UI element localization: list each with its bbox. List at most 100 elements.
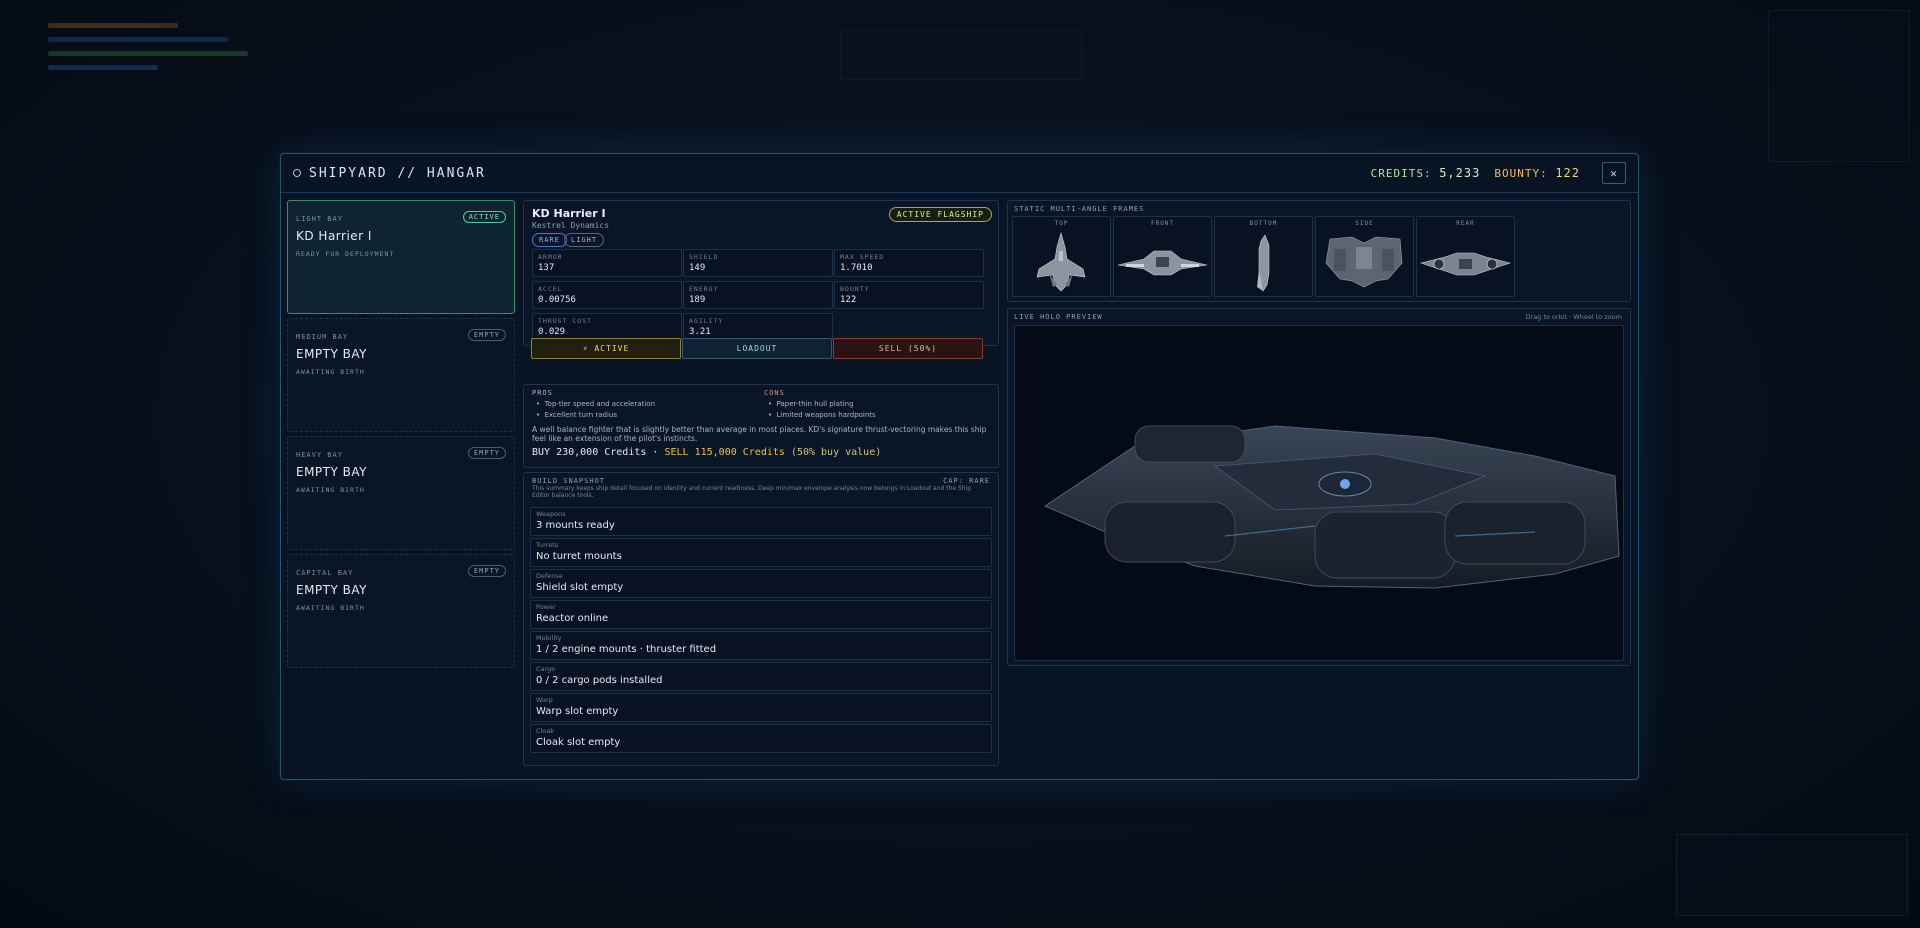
close-button[interactable]: ✕ [1602, 162, 1626, 184]
background-bar [48, 51, 248, 56]
slot-label: Turrets [536, 541, 559, 549]
price-line: BUY 230,000 Credits · SELL 115,000 Credi… [532, 447, 881, 458]
cons-item-text: Limited weapons hardpoints [776, 411, 876, 419]
slot-value: 3 mounts ready [536, 520, 615, 531]
ship-3d-model [1043, 425, 1620, 589]
frame-label: SIDE [1355, 220, 1374, 227]
stat-thrust-cost: THRUST COST 0.029 [532, 313, 682, 341]
slot-value: Warp slot empty [536, 706, 619, 717]
ship-manufacturer: Kestrel Dynamics [532, 221, 610, 230]
bay-status-text: AWAITING BIRTH [296, 604, 365, 612]
bay-status-badge: ACTIVE [462, 211, 506, 223]
ship-description: A well balance fighter that is slightly … [532, 425, 987, 443]
shipyard-modal: SHIPYARD // HANGAR CREDITS: 5,233 BOUNTY… [280, 153, 1639, 780]
background-bar [48, 65, 158, 70]
frame-label: REAR [1456, 220, 1475, 227]
sell-button[interactable]: SELL (50%) [833, 338, 983, 359]
slot-label: Cloak [536, 727, 555, 735]
slot-label: Cargo [536, 665, 556, 673]
bay-card-heavy[interactable]: HEAVY BAY EMPTY EMPTY BAY AWAITING BIRTH [287, 436, 515, 550]
modal-header: SHIPYARD // HANGAR CREDITS: 5,233 BOUNTY… [281, 154, 1638, 193]
frame-bottom[interactable]: BOTTOM [1214, 216, 1313, 297]
stat-label: AGILITY [689, 317, 724, 325]
slot-turrets: Turrets No turret mounts [530, 538, 992, 567]
stat-shield: SHIELD 149 [683, 249, 833, 277]
frame-label: TOP [1054, 220, 1069, 227]
activate-button[interactable]: ⚡ ACTIVE [531, 338, 681, 359]
snapshot-note: This summary keeps ship detail focused o… [532, 485, 972, 499]
bay-card-medium[interactable]: MEDIUM BAY EMPTY EMPTY BAY AWAITING BIRT… [287, 318, 515, 432]
stat-label: ENERGY [689, 285, 719, 293]
holo-viewport[interactable] [1014, 325, 1624, 661]
frame-side[interactable]: SIDE [1315, 216, 1414, 297]
bay-status-badge: EMPTY [467, 565, 506, 577]
slot-label: Warp [536, 696, 553, 704]
stat-armor: ARMOR 137 [532, 249, 682, 277]
slot-power: Power Reactor online [530, 600, 992, 629]
stat-label: BOUNTY [840, 285, 870, 293]
background-bar [48, 23, 178, 28]
credits-display: CREDITS: 5,233 [1371, 166, 1481, 180]
cons-item: • Paper-thin hull plating [768, 400, 854, 408]
frame-label: BOTTOM [1249, 220, 1278, 227]
bay-ship-name: EMPTY BAY [296, 465, 367, 479]
bay-list: LIGHT BAY ACTIVE KD Harrier I READY FOR … [287, 200, 515, 770]
stat-value: 189 [689, 295, 706, 305]
stat-label: THRUST COST [538, 317, 593, 325]
loadout-button[interactable]: LOADOUT [682, 338, 832, 359]
slot-value: Shield slot empty [536, 582, 624, 593]
pros-item-text: Top-tier speed and acceleration [544, 400, 655, 408]
gear-icon [293, 169, 301, 177]
slot-label: Mobility [536, 634, 562, 642]
sell-percentage: (50% buy value) [790, 447, 882, 458]
cons-item: • Limited weapons hardpoints [768, 411, 876, 419]
frame-rear[interactable]: REAR [1416, 216, 1515, 297]
ship-rear-view-icon [1419, 252, 1512, 276]
bay-type: HEAVY BAY [296, 451, 343, 459]
bay-ship-name: EMPTY BAY [296, 583, 367, 597]
stat-value: 0.029 [538, 327, 566, 337]
slot-warp: Warp Warp slot empty [530, 693, 992, 722]
credits-value: 5,233 [1439, 166, 1481, 180]
frame-front[interactable]: FRONT [1113, 216, 1212, 297]
background-corner-panel [1676, 834, 1908, 916]
pros-item-text: Excellent turn radius [544, 411, 618, 419]
flagship-badge: ACTIVE FLAGSHIP [888, 207, 992, 222]
slot-defense: Defense Shield slot empty [530, 569, 992, 598]
bounty-display: BOUNTY: 122 [1494, 166, 1580, 180]
stat-label: ARMOR [538, 253, 563, 261]
frame-label: FRONT [1150, 220, 1175, 227]
ship-side-view-icon [1325, 236, 1403, 288]
ship-name: KD Harrier I [532, 207, 606, 220]
background-top-panel [840, 30, 1082, 80]
sell-price: SELL 115,000 Credits [664, 447, 785, 458]
stat-value: 3.21 [689, 327, 711, 337]
bay-type: LIGHT BAY [296, 215, 343, 223]
multi-angle-frames: STATIC MULTI-ANGLE FRAMES TOP FRONT BOTT… [1007, 200, 1631, 302]
pros-cons-card: PROS • Top-tier speed and acceleration •… [523, 384, 999, 468]
snapshot-title: BUILD SNAPSHOT [532, 477, 606, 485]
stat-value: 0.00756 [538, 295, 576, 305]
buy-price: BUY 230,000 Credits [532, 447, 647, 458]
ship-summary-card: KD Harrier I Kestrel Dynamics ACTIVE FLA… [523, 200, 999, 346]
cons-item-text: Paper-thin hull plating [776, 400, 854, 408]
holo-hint: Drag to orbit · Wheel to zoom [1525, 313, 1622, 321]
bay-status-badge: EMPTY [467, 447, 506, 459]
ship-bottom-view-icon [1257, 234, 1270, 292]
frame-top[interactable]: TOP [1012, 216, 1111, 297]
bay-card-light[interactable]: LIGHT BAY ACTIVE KD Harrier I READY FOR … [287, 200, 515, 314]
slot-label: Weapons [536, 510, 566, 518]
slot-value: Cloak slot empty [536, 737, 621, 748]
stat-agility: AGILITY 3.21 [683, 313, 833, 341]
stat-max-speed: MAX SPEED 1.7010 [834, 249, 984, 277]
slot-value: Reactor online [536, 613, 609, 624]
slot-value: 1 / 2 engine mounts · thruster fitted [536, 644, 717, 655]
class-tag: LIGHT [564, 233, 605, 247]
background-stats-hud [12, 14, 342, 104]
stat-label: SHIELD [689, 253, 719, 261]
bay-card-capital[interactable]: CAPITAL BAY EMPTY EMPTY BAY AWAITING BIR… [287, 554, 515, 668]
stat-value: 122 [840, 295, 857, 305]
stat-accel: ACCEL 0.00756 [532, 281, 682, 309]
stat-value: 1.7010 [840, 263, 873, 273]
stat-label: ACCEL [538, 285, 563, 293]
